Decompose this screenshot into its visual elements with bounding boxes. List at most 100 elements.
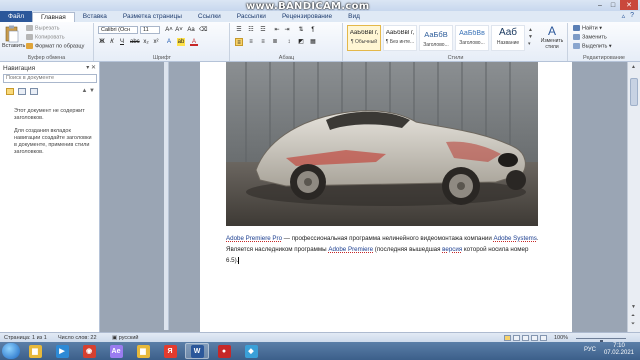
- superscript-icon[interactable]: x²: [152, 38, 160, 46]
- increase-indent-icon[interactable]: ⇥: [283, 26, 291, 34]
- find-label: Найти: [582, 25, 598, 32]
- outline-icon[interactable]: [531, 335, 538, 341]
- replace-button[interactable]: Заменить: [573, 34, 607, 40]
- close-button[interactable]: ✕: [620, 0, 638, 10]
- shrink-font-icon[interactable]: A˅: [175, 26, 183, 34]
- photo-app-taskbar-button[interactable]: ◆: [239, 343, 263, 359]
- draft-icon[interactable]: [540, 335, 547, 341]
- car-photo[interactable]: [226, 62, 538, 226]
- underline-button[interactable]: Ч: [118, 38, 126, 46]
- page-count[interactable]: Страница: 1 из 1: [4, 335, 47, 341]
- align-center-icon[interactable]: ≡: [247, 38, 255, 46]
- full-screen-icon[interactable]: [513, 335, 520, 341]
- strikethrough-icon[interactable]: abc: [130, 38, 140, 46]
- media-player-taskbar-button[interactable]: ▶: [50, 343, 74, 359]
- headings-view-icon[interactable]: [6, 88, 14, 95]
- scroll-up-icon[interactable]: ▲: [631, 64, 636, 70]
- select-icon: [573, 43, 580, 49]
- navigation-search-input[interactable]: Поиск в документе: [3, 74, 97, 83]
- start-button[interactable]: [2, 343, 20, 359]
- collapse-ribbon-icon[interactable]: ▵: [622, 12, 626, 20]
- word-taskbar-button[interactable]: W: [185, 343, 209, 359]
- copy-button[interactable]: Копировать: [26, 34, 65, 40]
- grow-font-icon[interactable]: A˄: [165, 26, 173, 34]
- borders-icon[interactable]: ▦: [309, 38, 317, 46]
- tab-file[interactable]: Файл: [0, 11, 32, 22]
- font-name-combo[interactable]: Calibri (Осн: [98, 26, 138, 34]
- paste-icon[interactable]: [4, 25, 20, 43]
- style-heading-1[interactable]: АаБбВ Заголово...: [419, 25, 453, 51]
- style-normal[interactable]: АаБбВвГг, ¶ Обычный: [347, 25, 381, 51]
- cut-button[interactable]: Вырезать: [26, 25, 59, 31]
- font-size-combo[interactable]: 11: [140, 26, 160, 34]
- italic-button[interactable]: К: [108, 38, 116, 46]
- scrollbar-thumb[interactable]: [630, 78, 638, 106]
- sort-icon[interactable]: ⇅: [297, 26, 305, 34]
- close-icon[interactable]: ▾ ✕: [86, 64, 96, 71]
- pages-view-icon[interactable]: [18, 88, 26, 95]
- style-sample: АаБбВвГг,: [385, 30, 415, 36]
- tab-review[interactable]: Рецензирование: [274, 12, 340, 22]
- word-count[interactable]: Число слов: 22: [58, 335, 97, 341]
- help-icon[interactable]: ?: [630, 12, 634, 20]
- font-color-icon[interactable]: A: [190, 38, 198, 46]
- show-marks-icon[interactable]: ¶: [309, 26, 317, 34]
- link-adobe-systems[interactable]: Adobe Systems: [494, 235, 537, 242]
- line-spacing-icon[interactable]: ↕: [285, 38, 293, 46]
- results-view-icon[interactable]: [30, 88, 38, 95]
- tab-mailings[interactable]: Рассылки: [229, 12, 274, 22]
- select-button[interactable]: Выделить ▾: [573, 43, 612, 49]
- document-paragraph[interactable]: Adobe Premiere Pro — профессиональная пр…: [226, 233, 540, 266]
- keyboard-language[interactable]: РУС: [584, 347, 596, 353]
- link-adobe-premiere-pro[interactable]: Adobe Premiere Pro: [226, 235, 282, 242]
- tab-insert[interactable]: Вставка: [75, 12, 115, 22]
- link-version[interactable]: версия: [442, 246, 462, 253]
- subscript-icon[interactable]: x₂: [142, 38, 150, 46]
- justify-icon[interactable]: ≣: [271, 38, 279, 46]
- find-button[interactable]: Найти ▾: [573, 25, 602, 31]
- shading-icon[interactable]: ◩: [297, 38, 305, 46]
- scroll-down-icon[interactable]: ▼: [631, 304, 636, 310]
- link-adobe-premiere[interactable]: Adobe Premiere: [328, 246, 373, 253]
- tab-view[interactable]: Вид: [340, 12, 368, 22]
- align-left-icon[interactable]: ≡: [235, 38, 243, 46]
- multilevel-list-icon[interactable]: ☲: [259, 26, 267, 34]
- text-effects-icon[interactable]: A: [165, 38, 173, 46]
- clear-formatting-icon[interactable]: ⌫: [199, 26, 207, 34]
- next-page-icon[interactable]: ⏷: [631, 321, 635, 327]
- zoom-slider[interactable]: [576, 338, 626, 347]
- bandicam-taskbar-button[interactable]: ●: [212, 343, 236, 359]
- style-title[interactable]: Ааб Название: [491, 25, 525, 51]
- vertical-scrollbar[interactable]: ▲ ▼ ⏶ ⏷: [627, 62, 640, 332]
- tab-page-layout[interactable]: Разметка страницы: [115, 12, 190, 22]
- yandex-taskbar-button[interactable]: Я: [158, 343, 182, 359]
- highlight-icon[interactable]: ab: [177, 38, 185, 46]
- tab-references[interactable]: Ссылки: [190, 12, 229, 22]
- style-heading-2[interactable]: АаБбВв Заголово...: [455, 25, 489, 51]
- zoom-level[interactable]: 100%: [554, 335, 568, 341]
- print-layout-icon[interactable]: [504, 335, 511, 341]
- maximize-button[interactable]: □: [607, 0, 619, 10]
- bullets-icon[interactable]: ☰: [235, 26, 243, 34]
- tab-home[interactable]: Главная: [31, 12, 75, 22]
- prev-page-icon[interactable]: ⏶: [631, 313, 635, 319]
- web-layout-icon[interactable]: [522, 335, 529, 341]
- folder-taskbar-button[interactable]: ▆: [131, 343, 155, 359]
- chrome-taskbar-button[interactable]: ◉: [77, 343, 101, 359]
- paste-button[interactable]: Вставить: [2, 43, 25, 49]
- minimize-button[interactable]: –: [594, 0, 606, 10]
- format-painter-button[interactable]: Формат по образцу: [26, 43, 84, 49]
- navigation-arrows[interactable]: ▲ ▼: [81, 88, 95, 94]
- numbering-icon[interactable]: ☷: [247, 26, 255, 34]
- language-status[interactable]: ▣ русский: [112, 335, 138, 341]
- change-styles-button[interactable]: A Изменить стили: [538, 25, 566, 53]
- explorer-taskbar-button[interactable]: ▆: [23, 343, 47, 359]
- change-case-icon[interactable]: Aa: [187, 26, 195, 34]
- after-effects-taskbar-button[interactable]: Ae: [104, 343, 128, 359]
- clock[interactable]: 7:10 07.02.2021: [604, 343, 634, 357]
- style-no-spacing[interactable]: АаБбВвГг, ¶ Без инте...: [383, 25, 417, 51]
- align-right-icon[interactable]: ≡: [259, 38, 267, 46]
- styles-scroll-icon[interactable]: ▲ ▼ ▾: [528, 27, 533, 48]
- decrease-indent-icon[interactable]: ⇤: [273, 26, 281, 34]
- bold-button[interactable]: Ж: [98, 38, 106, 46]
